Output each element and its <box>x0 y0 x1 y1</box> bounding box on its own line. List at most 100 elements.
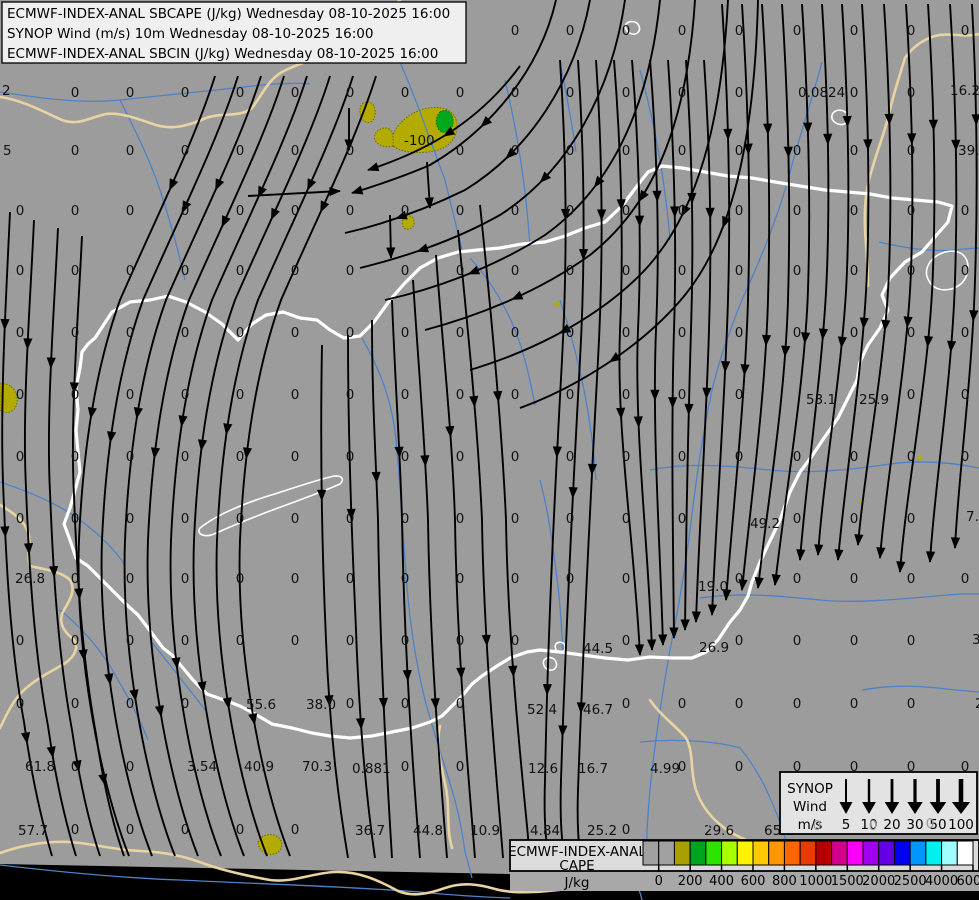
cape-colorbar-cell <box>721 840 738 866</box>
station-value-zero: 0 <box>236 325 245 341</box>
station-value-zero: 0 <box>71 325 80 341</box>
cape-colorbar: 0 200 400 600 800100015002000250040006000 <box>642 840 979 889</box>
station-value-zero: 0 <box>71 387 80 403</box>
cape-colorbar-cell <box>736 840 754 866</box>
station-value-zero: 0 <box>850 203 859 219</box>
station-value-zero: 0 <box>456 759 465 775</box>
station-value-zero: 0 <box>181 571 190 587</box>
station-value-zero: 0 <box>793 511 802 527</box>
station-value-zero: 0 <box>236 387 245 403</box>
station-value-zero: 0 <box>71 571 80 587</box>
station-value: 55.6 <box>246 697 276 713</box>
station-value-zero: 0 <box>850 325 859 341</box>
station-value: 36 <box>972 632 979 648</box>
title-line-synop-wind: SYNOP Wind (m/s) 10m Wednesday 08-10-202… <box>7 26 373 42</box>
cape-colorbar-cell <box>941 840 958 866</box>
station-value-zero: 0 <box>907 387 916 403</box>
station-value-zero: 0 <box>126 263 135 279</box>
station-value-zero: 0 <box>16 203 25 219</box>
station-value-zero: 0 <box>236 571 245 587</box>
station-value-zero: 0 <box>16 263 25 279</box>
station-value-zero: 0 <box>678 325 687 341</box>
station-value-zero: 0 <box>622 23 631 39</box>
station-value-zero: 0 <box>511 571 520 587</box>
station-value-zero: 0 <box>511 23 520 39</box>
station-value-zero: 0 <box>566 263 575 279</box>
station-value-zero: 0 <box>346 511 355 527</box>
station-value-zero: 0 <box>346 387 355 403</box>
station-value: 53.1 <box>806 392 836 408</box>
station-value-zero: 0 <box>16 387 25 403</box>
station-value-zero: 0 <box>346 85 355 101</box>
station-value-zero: 0 <box>735 387 744 403</box>
cape-patch-speck <box>917 455 923 461</box>
station-value-zero: 0 <box>793 23 802 39</box>
station-value: 38.0 <box>306 697 336 713</box>
station-value-zero: 0 <box>236 822 245 838</box>
station-value-zero: 0 <box>346 143 355 159</box>
cape-colorbar-tick-label: 600 <box>741 874 766 889</box>
station-value-zero: 0 <box>735 571 744 587</box>
cape-colorbar-cell <box>893 840 911 866</box>
ghost-station-zero: 0 <box>869 818 878 834</box>
cape-colorbar-cell <box>799 840 817 866</box>
station-value-zero: 0 <box>456 633 465 649</box>
station-value-zero: 0 <box>907 23 916 39</box>
station-value-zero: 0 <box>346 449 355 465</box>
station-value-zero: 0 <box>456 263 465 279</box>
station-value-zero: 0 <box>907 571 916 587</box>
station-value-zero: 0 <box>622 822 631 838</box>
station-value-zero: 0 <box>181 387 190 403</box>
station-value-zero: 0 <box>291 822 300 838</box>
cape-colorbar-tick-label: 4000 <box>925 874 958 889</box>
station-value-zero: 0 <box>622 263 631 279</box>
station-value: 25.9 <box>859 392 889 408</box>
station-value-zero: 0 <box>181 511 190 527</box>
station-value-zero: 0 <box>456 203 465 219</box>
station-value-zero: 0 <box>291 449 300 465</box>
cape-colorbar-tick-label: 2500 <box>894 874 927 889</box>
cape-colorbar-cell <box>878 840 895 866</box>
station-value-zero: 0 <box>622 696 631 712</box>
cape-patch-speck <box>554 301 560 307</box>
station-value-zero: 0 <box>401 633 410 649</box>
station-value-zero: 0 <box>907 633 916 649</box>
station-value-zero: 0 <box>678 23 687 39</box>
station-value-zero: 0 <box>401 449 410 465</box>
cape-colorbar-cell <box>815 840 833 866</box>
station-value-zero: 0 <box>346 696 355 712</box>
station-value-zero: 0 <box>456 571 465 587</box>
station-value-zero: 0 <box>181 449 190 465</box>
station-value-zero: 0 <box>456 511 465 527</box>
station-value-zero: 0 <box>346 263 355 279</box>
station-value-zero: 0 <box>566 449 575 465</box>
station-value-zero: 0 <box>850 263 859 279</box>
station-value-zero: 0 <box>126 759 135 775</box>
synop-wind-legend: SYNOP Wind m/s 5 10 20 30 50 100 <box>779 771 978 835</box>
station-value-zero: 0 <box>401 85 410 101</box>
station-value: 3.54 <box>187 759 217 775</box>
cape-colorbar-cell <box>909 840 927 866</box>
station-value: 26.8 <box>15 571 45 587</box>
cape-colorbar-tick-label: 1500 <box>831 874 864 889</box>
station-value-zero: 0 <box>126 203 135 219</box>
cape-colorbar-cell <box>768 840 785 866</box>
station-value-zero: 0 <box>126 633 135 649</box>
cape-legend-unit-label: J/kg <box>564 875 590 891</box>
cape-colorbar-tick-label: 0 <box>655 874 663 889</box>
station-value-zero: 0 <box>961 449 970 465</box>
station-value-zero: 0 <box>622 203 631 219</box>
station-value-zero: 0 <box>678 85 687 101</box>
station-value-zero: 0 <box>401 759 410 775</box>
station-value-zero: 0 <box>850 633 859 649</box>
station-value-zero: 0 <box>456 85 465 101</box>
station-value-zero: 0 <box>456 325 465 341</box>
station-value-zero: 0 <box>907 263 916 279</box>
weather-map-canvas: 0 0 0 0 0 0 0 0 0 0 0 0 0 0 0 0 0 0 0 0 0 0 0 0 0 0 0 0 0 0 0 0 0 0 0 0 0 0 0 0… <box>0 0 979 900</box>
map-data-region <box>0 0 979 878</box>
station-value-zero: 0 <box>566 511 575 527</box>
station-value-zero: 0 <box>511 143 520 159</box>
cape-colorbar-cell <box>831 840 848 866</box>
cape-colorbar-tick-label: 400 <box>709 874 734 889</box>
station-value-zero: 0 <box>71 263 80 279</box>
